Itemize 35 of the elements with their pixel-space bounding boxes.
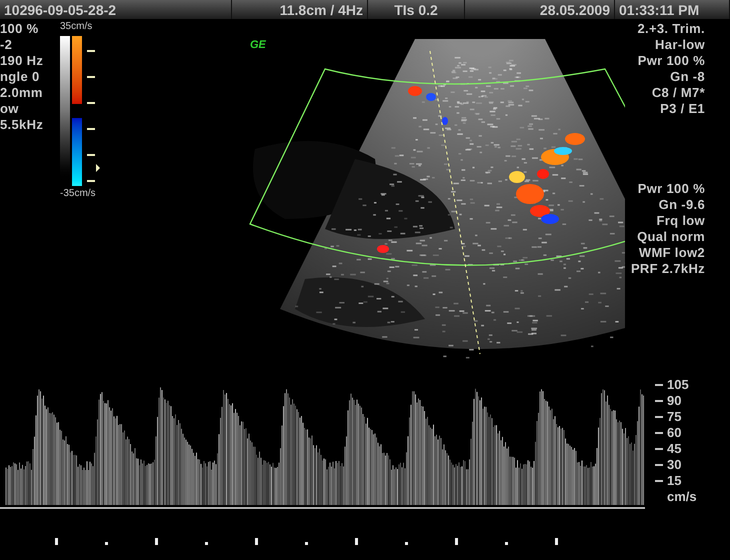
velocity-scale-label: 60 bbox=[667, 425, 682, 441]
logo-text: GE bbox=[250, 38, 266, 53]
velocity-scale-label: 90 bbox=[667, 393, 682, 409]
velocity-scale-label: 15 bbox=[667, 473, 682, 489]
velocity-scale-label: 45 bbox=[667, 441, 682, 457]
parameter-text: ngle 0 bbox=[0, 69, 41, 85]
parameter-text: WMF low2 bbox=[638, 245, 705, 261]
parameter-text: 5.5kHz bbox=[0, 117, 44, 133]
header-text: TIs 0.2 bbox=[394, 2, 438, 16]
parameter-text: 190 Hz bbox=[0, 53, 44, 69]
scale-label: 35cm/s bbox=[60, 20, 92, 34]
velocity-scale-label: 105 bbox=[667, 377, 689, 393]
parameter-text: Har-low bbox=[655, 37, 705, 53]
parameter-text: PRF 2.7kHz bbox=[630, 261, 705, 277]
parameter-text: ow bbox=[0, 101, 20, 117]
header-text: 28.05.2009 bbox=[540, 2, 610, 16]
parameter-text: -2 bbox=[0, 37, 14, 53]
header-text: 11.8cm / 4Hz bbox=[280, 2, 363, 16]
parameter-text: P3 / E1 bbox=[660, 101, 705, 117]
velocity-scale-label: 30 bbox=[667, 457, 682, 473]
parameter-text: 2.0mm bbox=[0, 85, 44, 101]
parameter-text: 2.+3. Trim. bbox=[637, 21, 705, 37]
velocity-scale-label: 75 bbox=[667, 409, 682, 425]
parameter-text: Qual norm bbox=[637, 229, 705, 245]
parameter-text: Pwr 100 % bbox=[638, 53, 705, 69]
parameter-text: Gn -9.6 bbox=[658, 197, 705, 213]
header-text: 10296-09-05-28-2 bbox=[4, 2, 116, 16]
parameter-text: 100 % bbox=[0, 21, 40, 37]
unit-label: cm/s bbox=[666, 489, 697, 505]
parameter-text: Pwr 100 % bbox=[638, 181, 705, 197]
parameter-text: C8 / M7* bbox=[652, 85, 705, 101]
scale-label: -35cm/s bbox=[60, 187, 96, 201]
parameter-text: Gn -8 bbox=[670, 69, 705, 85]
parameter-text: Frq low bbox=[656, 213, 705, 229]
header-text: 01:33:11 PM bbox=[619, 2, 700, 16]
